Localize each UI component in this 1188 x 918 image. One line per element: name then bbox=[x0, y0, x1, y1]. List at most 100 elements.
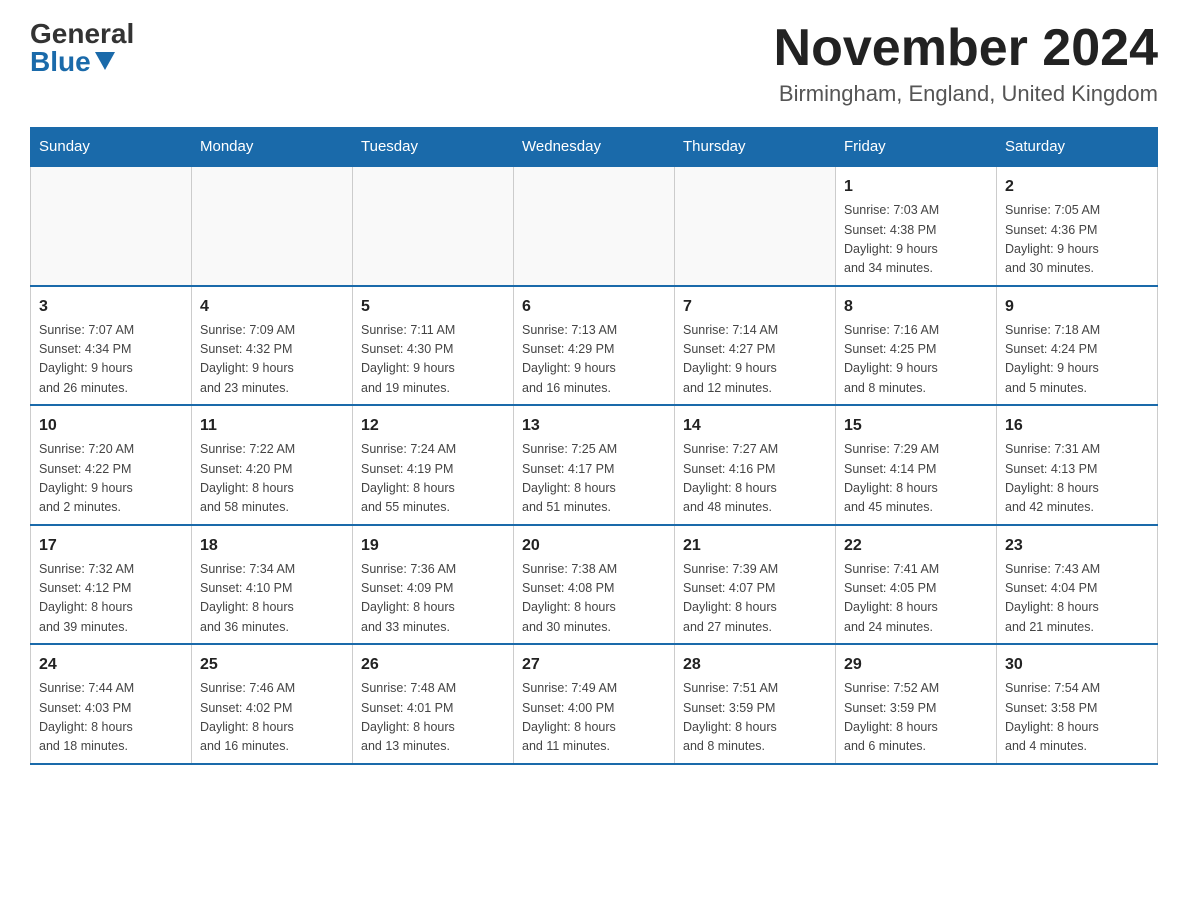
day-info: Sunrise: 7:38 AMSunset: 4:08 PMDaylight:… bbox=[522, 560, 666, 638]
logo-triangle-icon bbox=[95, 52, 115, 70]
day-cell bbox=[31, 166, 192, 286]
day-number: 11 bbox=[200, 414, 344, 438]
weekday-header-sunday: Sunday bbox=[31, 128, 192, 167]
calendar-table: SundayMondayTuesdayWednesdayThursdayFrid… bbox=[30, 127, 1158, 765]
day-number: 15 bbox=[844, 414, 988, 438]
weekday-header-row: SundayMondayTuesdayWednesdayThursdayFrid… bbox=[31, 128, 1158, 167]
day-cell: 15Sunrise: 7:29 AMSunset: 4:14 PMDayligh… bbox=[836, 405, 997, 525]
day-info: Sunrise: 7:44 AMSunset: 4:03 PMDaylight:… bbox=[39, 679, 183, 757]
day-cell: 21Sunrise: 7:39 AMSunset: 4:07 PMDayligh… bbox=[675, 525, 836, 645]
day-cell: 1Sunrise: 7:03 AMSunset: 4:38 PMDaylight… bbox=[836, 166, 997, 286]
day-number: 29 bbox=[844, 653, 988, 677]
day-info: Sunrise: 7:14 AMSunset: 4:27 PMDaylight:… bbox=[683, 321, 827, 399]
day-cell bbox=[514, 166, 675, 286]
weekday-header-wednesday: Wednesday bbox=[514, 128, 675, 167]
day-cell: 25Sunrise: 7:46 AMSunset: 4:02 PMDayligh… bbox=[192, 644, 353, 764]
day-info: Sunrise: 7:18 AMSunset: 4:24 PMDaylight:… bbox=[1005, 321, 1149, 399]
weekday-header-tuesday: Tuesday bbox=[353, 128, 514, 167]
title-block: November 2024 Birmingham, England, Unite… bbox=[774, 20, 1158, 107]
day-cell: 8Sunrise: 7:16 AMSunset: 4:25 PMDaylight… bbox=[836, 286, 997, 406]
location-title: Birmingham, England, United Kingdom bbox=[774, 81, 1158, 107]
day-info: Sunrise: 7:34 AMSunset: 4:10 PMDaylight:… bbox=[200, 560, 344, 638]
day-info: Sunrise: 7:09 AMSunset: 4:32 PMDaylight:… bbox=[200, 321, 344, 399]
day-number: 14 bbox=[683, 414, 827, 438]
day-cell: 23Sunrise: 7:43 AMSunset: 4:04 PMDayligh… bbox=[997, 525, 1158, 645]
day-info: Sunrise: 7:07 AMSunset: 4:34 PMDaylight:… bbox=[39, 321, 183, 399]
day-number: 8 bbox=[844, 295, 988, 319]
weekday-header-thursday: Thursday bbox=[675, 128, 836, 167]
weekday-header-saturday: Saturday bbox=[997, 128, 1158, 167]
week-row-3: 10Sunrise: 7:20 AMSunset: 4:22 PMDayligh… bbox=[31, 405, 1158, 525]
day-info: Sunrise: 7:36 AMSunset: 4:09 PMDaylight:… bbox=[361, 560, 505, 638]
day-number: 3 bbox=[39, 295, 183, 319]
day-number: 26 bbox=[361, 653, 505, 677]
day-number: 30 bbox=[1005, 653, 1149, 677]
day-number: 22 bbox=[844, 534, 988, 558]
logo: General Blue bbox=[30, 20, 134, 76]
day-number: 19 bbox=[361, 534, 505, 558]
week-row-5: 24Sunrise: 7:44 AMSunset: 4:03 PMDayligh… bbox=[31, 644, 1158, 764]
day-number: 27 bbox=[522, 653, 666, 677]
day-info: Sunrise: 7:51 AMSunset: 3:59 PMDaylight:… bbox=[683, 679, 827, 757]
day-info: Sunrise: 7:16 AMSunset: 4:25 PMDaylight:… bbox=[844, 321, 988, 399]
day-info: Sunrise: 7:54 AMSunset: 3:58 PMDaylight:… bbox=[1005, 679, 1149, 757]
day-number: 2 bbox=[1005, 175, 1149, 199]
day-info: Sunrise: 7:49 AMSunset: 4:00 PMDaylight:… bbox=[522, 679, 666, 757]
day-cell: 5Sunrise: 7:11 AMSunset: 4:30 PMDaylight… bbox=[353, 286, 514, 406]
logo-general-text: General bbox=[30, 20, 134, 48]
day-cell: 2Sunrise: 7:05 AMSunset: 4:36 PMDaylight… bbox=[997, 166, 1158, 286]
day-number: 18 bbox=[200, 534, 344, 558]
day-info: Sunrise: 7:25 AMSunset: 4:17 PMDaylight:… bbox=[522, 440, 666, 518]
day-cell bbox=[192, 166, 353, 286]
day-cell: 13Sunrise: 7:25 AMSunset: 4:17 PMDayligh… bbox=[514, 405, 675, 525]
weekday-header-friday: Friday bbox=[836, 128, 997, 167]
week-row-2: 3Sunrise: 7:07 AMSunset: 4:34 PMDaylight… bbox=[31, 286, 1158, 406]
day-cell: 30Sunrise: 7:54 AMSunset: 3:58 PMDayligh… bbox=[997, 644, 1158, 764]
day-number: 10 bbox=[39, 414, 183, 438]
day-info: Sunrise: 7:48 AMSunset: 4:01 PMDaylight:… bbox=[361, 679, 505, 757]
week-row-1: 1Sunrise: 7:03 AMSunset: 4:38 PMDaylight… bbox=[31, 166, 1158, 286]
day-cell: 9Sunrise: 7:18 AMSunset: 4:24 PMDaylight… bbox=[997, 286, 1158, 406]
day-cell: 10Sunrise: 7:20 AMSunset: 4:22 PMDayligh… bbox=[31, 405, 192, 525]
day-info: Sunrise: 7:29 AMSunset: 4:14 PMDaylight:… bbox=[844, 440, 988, 518]
day-info: Sunrise: 7:52 AMSunset: 3:59 PMDaylight:… bbox=[844, 679, 988, 757]
day-info: Sunrise: 7:05 AMSunset: 4:36 PMDaylight:… bbox=[1005, 201, 1149, 279]
day-cell: 4Sunrise: 7:09 AMSunset: 4:32 PMDaylight… bbox=[192, 286, 353, 406]
day-cell: 7Sunrise: 7:14 AMSunset: 4:27 PMDaylight… bbox=[675, 286, 836, 406]
day-info: Sunrise: 7:13 AMSunset: 4:29 PMDaylight:… bbox=[522, 321, 666, 399]
day-number: 9 bbox=[1005, 295, 1149, 319]
day-number: 4 bbox=[200, 295, 344, 319]
day-cell: 12Sunrise: 7:24 AMSunset: 4:19 PMDayligh… bbox=[353, 405, 514, 525]
day-cell: 28Sunrise: 7:51 AMSunset: 3:59 PMDayligh… bbox=[675, 644, 836, 764]
weekday-header-monday: Monday bbox=[192, 128, 353, 167]
day-info: Sunrise: 7:46 AMSunset: 4:02 PMDaylight:… bbox=[200, 679, 344, 757]
day-number: 25 bbox=[200, 653, 344, 677]
day-cell: 19Sunrise: 7:36 AMSunset: 4:09 PMDayligh… bbox=[353, 525, 514, 645]
day-info: Sunrise: 7:22 AMSunset: 4:20 PMDaylight:… bbox=[200, 440, 344, 518]
day-number: 13 bbox=[522, 414, 666, 438]
day-info: Sunrise: 7:31 AMSunset: 4:13 PMDaylight:… bbox=[1005, 440, 1149, 518]
day-info: Sunrise: 7:27 AMSunset: 4:16 PMDaylight:… bbox=[683, 440, 827, 518]
day-cell: 24Sunrise: 7:44 AMSunset: 4:03 PMDayligh… bbox=[31, 644, 192, 764]
day-number: 16 bbox=[1005, 414, 1149, 438]
day-cell bbox=[675, 166, 836, 286]
month-title: November 2024 bbox=[774, 20, 1158, 77]
day-cell: 6Sunrise: 7:13 AMSunset: 4:29 PMDaylight… bbox=[514, 286, 675, 406]
day-number: 12 bbox=[361, 414, 505, 438]
day-cell: 3Sunrise: 7:07 AMSunset: 4:34 PMDaylight… bbox=[31, 286, 192, 406]
logo-blue-text: Blue bbox=[30, 48, 115, 76]
day-cell: 11Sunrise: 7:22 AMSunset: 4:20 PMDayligh… bbox=[192, 405, 353, 525]
day-cell bbox=[353, 166, 514, 286]
day-number: 1 bbox=[844, 175, 988, 199]
day-info: Sunrise: 7:32 AMSunset: 4:12 PMDaylight:… bbox=[39, 560, 183, 638]
day-cell: 14Sunrise: 7:27 AMSunset: 4:16 PMDayligh… bbox=[675, 405, 836, 525]
day-cell: 17Sunrise: 7:32 AMSunset: 4:12 PMDayligh… bbox=[31, 525, 192, 645]
day-cell: 20Sunrise: 7:38 AMSunset: 4:08 PMDayligh… bbox=[514, 525, 675, 645]
day-number: 28 bbox=[683, 653, 827, 677]
day-info: Sunrise: 7:20 AMSunset: 4:22 PMDaylight:… bbox=[39, 440, 183, 518]
day-number: 6 bbox=[522, 295, 666, 319]
day-cell: 26Sunrise: 7:48 AMSunset: 4:01 PMDayligh… bbox=[353, 644, 514, 764]
day-number: 24 bbox=[39, 653, 183, 677]
day-info: Sunrise: 7:43 AMSunset: 4:04 PMDaylight:… bbox=[1005, 560, 1149, 638]
day-number: 23 bbox=[1005, 534, 1149, 558]
